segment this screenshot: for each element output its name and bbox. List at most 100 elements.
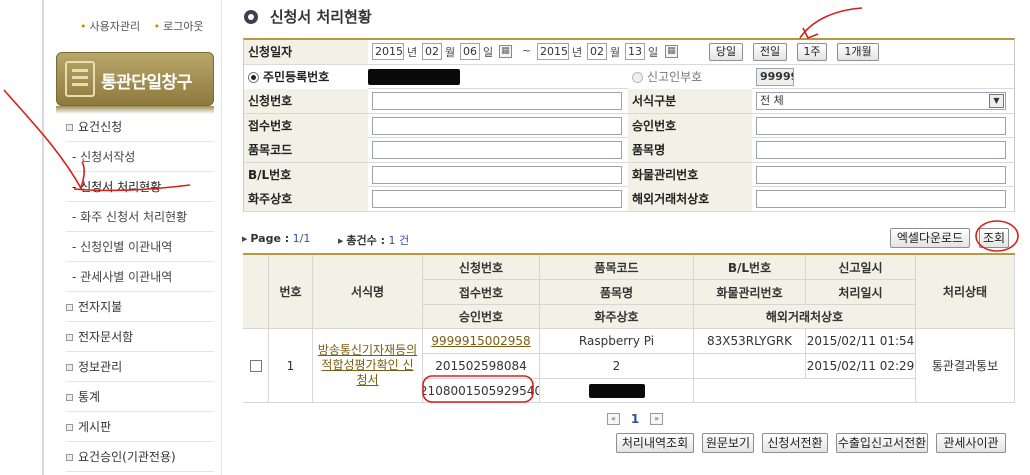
menu-item-requirement-app[interactable]: 요건신청 — [66, 112, 214, 142]
header-checkbox-col — [243, 255, 269, 329]
reporter-radio-option[interactable]: 신고인부호 — [628, 64, 752, 89]
menu-item-transfer-by-broker[interactable]: - 관세사별 이관내역 — [66, 262, 214, 292]
menu-item-board[interactable]: 게시판 — [66, 412, 214, 442]
menu-item-write-application[interactable]: - 신청서작성 — [66, 142, 214, 172]
convert-declaration-button[interactable]: 수출입신고서전환 — [836, 433, 928, 453]
next-page-icon[interactable]: » — [650, 412, 664, 425]
item-row: 품목코드 품목명 — [244, 138, 1014, 163]
consignee-input[interactable] — [372, 190, 622, 208]
item-code-label: 품목코드 — [244, 138, 368, 162]
overseas-label: 해외거래처상호 — [628, 187, 752, 211]
item-name-input[interactable] — [756, 141, 1006, 159]
yesterday-button[interactable]: 전일 — [753, 43, 787, 61]
bl-no-label: B/L번호 — [244, 162, 368, 187]
menu-item-consignee-status[interactable]: - 화주 신청서 처리현황 — [66, 202, 214, 232]
receipt-no-input[interactable] — [372, 116, 622, 135]
menu-item-info-management[interactable]: 정보관리 — [66, 352, 214, 382]
form-type-label: 서식구분 — [628, 89, 752, 113]
menu-label: - 신청인별 이관내역 — [72, 240, 173, 254]
sidebar: • 사용자관리 • 로그아웃 통관단일창구 요건신청 - 신청서작성 - 신청서 처… — [44, 0, 222, 475]
radio-unselected-icon[interactable] — [632, 71, 643, 83]
menu-item-application-status[interactable]: - 신청서 처리현황 — [66, 172, 214, 202]
bullet-icon — [66, 304, 73, 311]
excel-download-button[interactable]: 엑셀다운로드 — [890, 228, 970, 248]
cargo-no-input[interactable] — [756, 165, 1006, 184]
row-checkbox-cell — [243, 329, 269, 403]
menu-label: 요건신청 — [78, 120, 123, 134]
total-info-label: 총건수 : — [346, 234, 385, 247]
menu-item-transfer-by-applicant[interactable]: - 신청인별 이관내역 — [66, 232, 214, 262]
row-approval-no: 2108001505929540 — [423, 379, 540, 403]
menu-label: 정보관리 — [78, 360, 123, 374]
row-overseas — [694, 379, 916, 403]
today-button[interactable]: 당일 — [709, 43, 743, 61]
row-status: 통관결과통보 — [916, 329, 1015, 403]
calendar-icon[interactable]: ▦ — [665, 45, 678, 58]
convert-application-button[interactable]: 신청서전환 — [762, 433, 828, 453]
menu-label: 통계 — [78, 390, 101, 404]
from-day-input[interactable]: 06 — [460, 43, 480, 60]
unit-year: 년 — [572, 46, 583, 59]
results-table: 번호 서식명 신청번호 접수번호 승인번호 품목코드 품목명 화주상호 B/L번… — [243, 253, 1015, 403]
header-status: 처리상태 — [916, 255, 1015, 329]
user-management-link[interactable]: • 사용자관리 — [80, 20, 140, 33]
result-info-bar: ▶ Page : 1/1 ▶ 총건수 : 1 건 엑셀다운로드 조회 — [242, 228, 1014, 250]
app-no-input[interactable] — [372, 92, 622, 110]
single-window-banner[interactable]: 통관단일창구 — [56, 52, 214, 106]
redacted-block — [588, 383, 645, 398]
item-name-label: 품목명 — [628, 138, 752, 162]
header-process-date: 처리일시 — [806, 280, 916, 305]
row-form-name-link[interactable]: 방송통신기자재등의 적합성평가확인 신청서 — [313, 329, 423, 403]
header-no: 번호 — [269, 255, 313, 329]
reporter-radio-label: 신고인부호 — [647, 69, 703, 84]
menu-label: 요건승인(기관전용) — [78, 450, 176, 464]
row-no: 1 — [269, 329, 313, 403]
menu-item-e-payment[interactable]: 전자지불 — [66, 292, 214, 322]
user-management-label: 사용자관리 — [89, 20, 141, 33]
total-info-value: 1 건 — [388, 234, 410, 247]
broker-transfer-button[interactable]: 관세사이관 — [936, 433, 1006, 453]
chevron-down-icon[interactable]: ▼ — [989, 94, 1004, 108]
menu-item-statistics[interactable]: 통계 — [66, 382, 214, 412]
cargo-no-label: 화물관리번호 — [628, 162, 752, 187]
to-day-input[interactable]: 13 — [625, 43, 645, 60]
row-app-no-link[interactable]: 9999915002958 — [423, 329, 540, 354]
history-button[interactable]: 처리내역조회 — [616, 433, 694, 453]
to-year-input[interactable]: 2015 — [537, 43, 569, 60]
resident-radio-option[interactable]: 주민등록번호 — [244, 64, 368, 89]
from-year-input[interactable]: 2015 — [372, 43, 404, 60]
radio-selected-icon[interactable] — [248, 71, 259, 83]
header-approval-no: 승인번호 — [423, 305, 540, 329]
row-consignee-cell — [540, 379, 694, 403]
overseas-input[interactable] — [756, 190, 1006, 208]
one-week-button[interactable]: 1주 — [797, 43, 827, 61]
header-app-no: 신청번호 — [423, 255, 540, 280]
row-item-code: Raspberry Pi — [540, 329, 694, 354]
current-page[interactable]: 1 — [631, 412, 639, 426]
reporter-code-input[interactable]: 99999 — [756, 67, 794, 86]
menu-item-requirement-approval[interactable]: 요건승인(기관전용) — [66, 442, 214, 472]
search-button[interactable]: 조회 — [979, 228, 1009, 248]
view-original-button[interactable]: 원문보기 — [702, 433, 754, 453]
row-report-date: 2015/02/11 01:54 — [806, 329, 916, 354]
page-header: 신청서 처리현황 — [244, 6, 372, 26]
banner-title: 통관단일창구 — [101, 73, 192, 93]
one-month-button[interactable]: 1개월 — [837, 43, 879, 61]
from-month-input[interactable]: 02 — [422, 43, 442, 60]
calendar-icon[interactable]: ▦ — [499, 45, 512, 58]
item-code-input[interactable] — [372, 141, 622, 159]
page-info-value: 1/1 — [292, 232, 311, 245]
top-links: • 사용자관리 • 로그아웃 — [80, 18, 214, 34]
bl-no-input[interactable] — [372, 165, 622, 184]
logout-link[interactable]: • 로그아웃 — [154, 20, 204, 33]
to-month-input[interactable]: 02 — [587, 43, 607, 60]
menu-item-e-document-box[interactable]: 전자문서함 — [66, 322, 214, 352]
unit-month: 월 — [445, 46, 456, 59]
form-type-select[interactable]: 전 체 ▼ — [756, 92, 1006, 110]
approval-no-input[interactable] — [756, 116, 1006, 135]
prev-page-icon[interactable]: « — [607, 412, 620, 425]
consignee-label: 화주상호 — [244, 187, 368, 211]
menu-label: - 신청서 처리현황 — [72, 180, 162, 194]
row-checkbox[interactable] — [249, 359, 262, 372]
row-process-date: 2015/02/11 02:29 — [806, 354, 916, 379]
